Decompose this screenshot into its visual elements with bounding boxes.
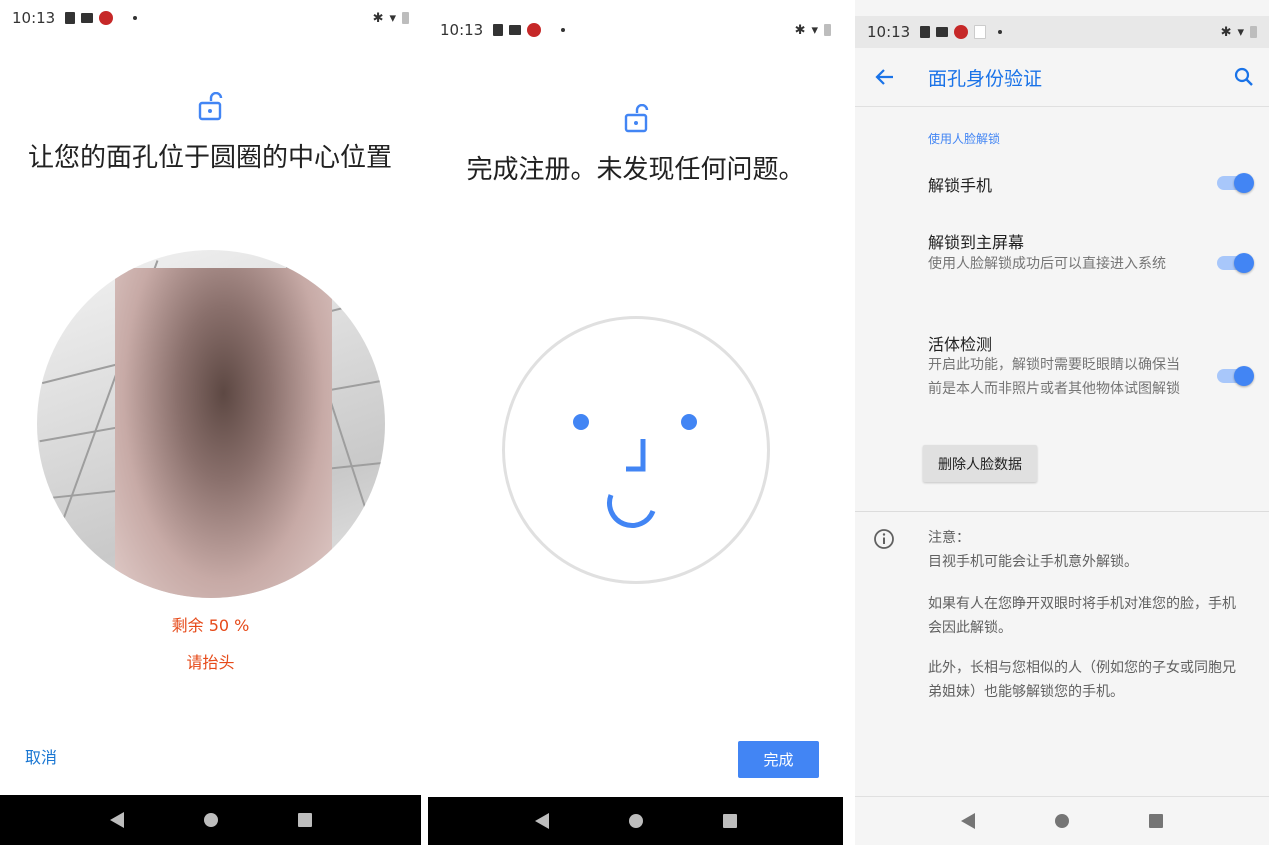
unlock-icon [624,104,649,133]
app-notification-icon [527,23,542,37]
nav-recents-icon[interactable] [1149,814,1163,828]
status-bar: 10:13 ✱ ▾ [428,12,843,48]
app-notification-icon [954,25,969,39]
page-title: 完成注册。未发现任何问题。 [466,155,805,185]
back-arrow-icon[interactable] [874,66,896,88]
liveness-toggle[interactable] [1217,366,1254,386]
nav-back-icon[interactable] [534,813,549,829]
sim-icon [65,12,76,24]
status-time: 10:13 [12,9,56,27]
more-notifications-icon [561,28,566,32]
unlock-phone-toggle[interactable] [1217,173,1254,193]
pref-summary: 开启此功能，解锁时需要眨眼睛以确保当前是本人而非照片或者其他物体试图解锁 [928,357,1180,397]
hint-text: 请抬头 [186,653,235,672]
status-bar: 10:13 ✱ ▾ [855,16,1269,48]
more-notifications-icon [998,30,1003,34]
status-time: 10:13 [867,23,911,41]
wifi-icon: ▾ [389,10,396,26]
nav-back-icon[interactable] [109,812,124,828]
app-notification-icon [99,11,114,25]
pref-summary: 使用人脸解锁成功后可以直接进入系统 [928,256,1166,272]
wifi-icon: ▾ [1237,24,1244,40]
pref-title: 活体检测 [928,335,993,354]
nav-home-icon[interactable] [628,814,643,828]
nav-home-icon[interactable] [203,813,218,827]
navigation-bar [0,795,421,845]
face-settings-panel: 10:13 ✱ ▾ 面孔身份验证 使用人脸解锁 解锁手机 解锁到主屏幕 使用人脸 [855,0,1269,845]
navigation-bar [855,796,1269,845]
face-outline [502,316,770,584]
info-icon [874,529,894,549]
status-time: 10:13 [440,21,484,39]
note-line: 目视手机可能会让手机意外解锁。 [928,554,1138,570]
done-button[interactable]: 完成 [738,741,819,778]
wifi-icon: ▾ [811,22,818,38]
page-title: 让您的面孔位于圆圈的中心位置 [27,143,392,173]
section-header: 使用人脸解锁 [928,132,1001,146]
enroll-complete-panel: 10:13 ✱ ▾ 完成注册。未发现任何问题。 完成 [428,0,843,845]
note-heading: 注意： [928,530,970,546]
bluetooth-icon: ✱ [1220,24,1232,40]
pref-title: 解锁手机 [928,176,993,195]
more-notifications-icon [133,16,138,20]
image-notification-icon [81,13,94,23]
battery-icon [1250,26,1257,38]
enroll-screen-panel: 10:13 ✱ ▾ 让您的面孔位于圆圈的中心位置 剩余 50 % 请抬头 取消 [0,0,421,845]
sim-icon [920,26,931,38]
app-notification-icon [974,25,987,39]
unlock-to-home-toggle[interactable] [1217,253,1254,273]
image-notification-icon [509,25,522,35]
note-paragraph: 如果有人在您睁开双眼时将手机对准您的脸，手机会因此解锁。 [928,596,1236,636]
cancel-button[interactable]: 取消 [25,744,57,768]
bluetooth-icon: ✱ [794,22,806,38]
search-icon[interactable] [1233,66,1255,88]
status-bar: 10:13 ✱ ▾ [0,0,421,36]
divider [855,511,1269,512]
app-title: 面孔身份验证 [928,67,1043,90]
navigation-bar [428,797,843,845]
nav-back-icon[interactable] [961,813,975,829]
blurred-face [115,268,332,598]
note-paragraph: 此外，长相与您相似的人（例如您的子女或同胞兄弟姐妹）也能够解锁您的手机。 [928,660,1236,700]
bluetooth-icon: ✱ [372,10,384,26]
battery-icon [824,24,831,36]
sim-icon [493,24,504,36]
nav-home-icon[interactable] [1055,814,1069,828]
delete-face-data-button[interactable]: 删除人脸数据 [923,445,1037,482]
nav-recents-icon[interactable] [297,813,312,827]
battery-icon [402,12,409,24]
pref-title: 解锁到主屏幕 [928,233,1025,252]
smiley-face-icon [573,414,697,528]
image-notification-icon [936,27,949,37]
unlock-icon [198,92,223,121]
app-bar: 面孔身份验证 [855,48,1269,107]
nav-recents-icon[interactable] [722,814,737,828]
camera-preview [37,250,385,598]
progress-text: 剩余 50 % [171,616,250,635]
